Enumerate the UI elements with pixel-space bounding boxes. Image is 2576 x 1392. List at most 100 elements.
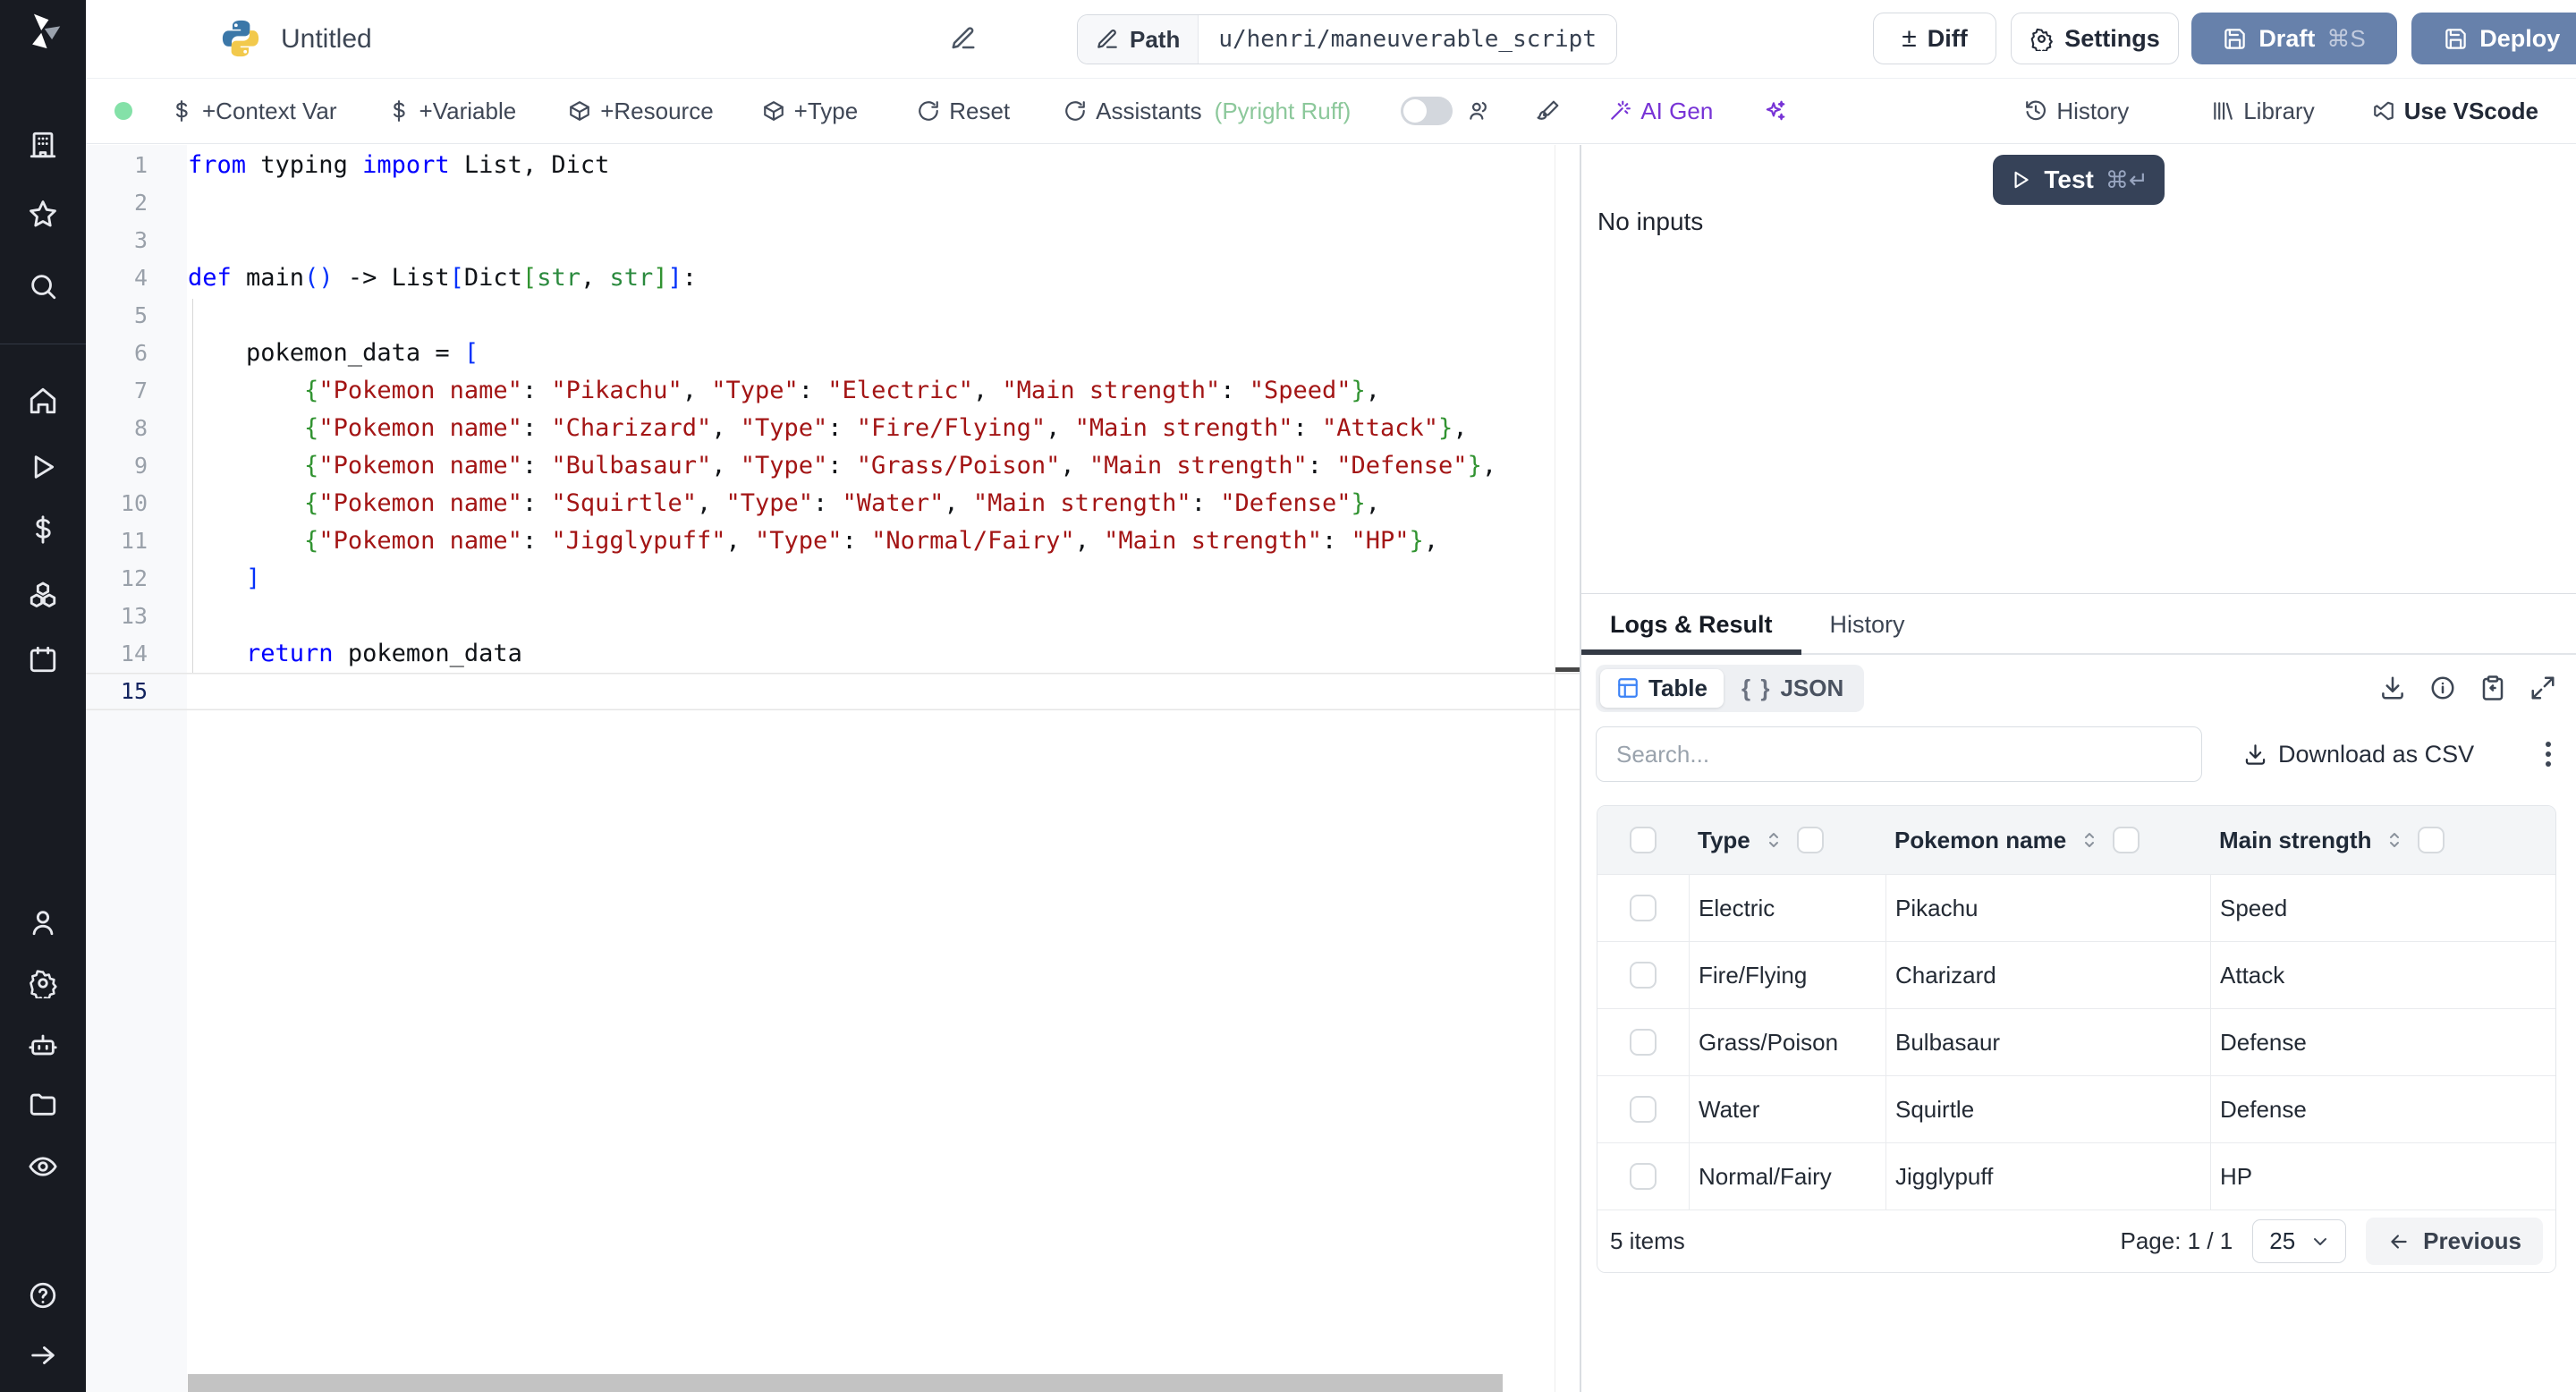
column-label: Pokemon name [1894, 826, 2067, 853]
download-csv-button[interactable]: Download as CSV [2243, 741, 2474, 768]
table-cell: Pikachu [1885, 875, 2210, 941]
ai-gen-button[interactable]: AI Gen [1608, 98, 1713, 125]
code-editor[interactable]: 1 from typing import List, Dict 2 3 4 def mai… [86, 145, 1580, 1392]
row-checkbox[interactable] [1630, 1029, 1657, 1056]
path-field[interactable]: Path u/henri/maneuverable_script [1077, 14, 1617, 64]
runs-play-icon[interactable] [28, 452, 58, 482]
line-number: 11 [120, 528, 148, 554]
view-json-button[interactable]: { } JSON [1725, 669, 1860, 708]
users-person-icon[interactable] [28, 907, 58, 938]
play-icon [2014, 171, 2029, 189]
path-label-segment[interactable]: Path [1078, 15, 1199, 64]
column-checkbox[interactable] [2418, 827, 2445, 853]
use-vscode-button[interactable]: Use VScode [2372, 98, 2538, 125]
tab-history[interactable]: History [1801, 594, 1934, 655]
draft-button[interactable]: Draft ⌘S [2191, 13, 2397, 64]
library-button[interactable]: Library [2211, 98, 2315, 125]
sort-icon[interactable] [1763, 829, 1784, 851]
table-row: Water Squirtle Defense [1597, 1075, 2555, 1142]
diff-button[interactable]: ± Diff [1873, 13, 1996, 64]
favorites-star-icon[interactable] [28, 199, 58, 229]
horizontal-scrollbar[interactable] [188, 1374, 1503, 1392]
sort-icon[interactable] [2384, 829, 2405, 851]
row-checkbox[interactable] [1630, 962, 1657, 989]
row-checkbox[interactable] [1630, 1163, 1657, 1190]
edit-title-pencil-icon[interactable] [950, 25, 977, 52]
add-resource-button[interactable]: +Resource [568, 98, 714, 125]
format-brush-icon[interactable] [1537, 99, 1560, 123]
workers-robot-icon[interactable] [28, 1030, 58, 1060]
home-icon[interactable] [28, 386, 58, 416]
script-title: Untitled [281, 24, 372, 54]
add-type-button[interactable]: +Type [762, 98, 858, 125]
assistants-button[interactable]: Assistants (Pyright Ruff) [1063, 98, 1351, 125]
indent-guide [192, 299, 193, 673]
info-icon[interactable] [2429, 675, 2456, 701]
arrow-left-icon [2391, 1234, 2407, 1249]
code-line: 6 pokemon_data = [ [86, 335, 1580, 372]
table-cell: Squirtle [1885, 1076, 2210, 1142]
multiplayer-icon[interactable] [1467, 99, 1490, 123]
add-variable-button[interactable]: +Variable [387, 98, 516, 125]
table-cell: Charizard [1885, 942, 2210, 1008]
windmill-logo-icon[interactable] [23, 11, 63, 50]
assistant-toggle[interactable] [1401, 97, 1453, 125]
code-line: 15 [86, 673, 1580, 710]
search-input[interactable] [1596, 726, 2202, 782]
line-number: 5 [133, 302, 148, 328]
previous-page-button[interactable]: Previous [2366, 1218, 2543, 1265]
path-value[interactable]: u/henri/maneuverable_script [1199, 15, 1616, 64]
expand-sidebar-arrow-icon[interactable] [28, 1340, 58, 1371]
panel-resize-divider[interactable] [1580, 145, 1581, 1392]
no-inputs-label: No inputs [1597, 208, 1704, 235]
chevron-down-icon [2314, 1237, 2327, 1245]
history-button[interactable]: History [2024, 98, 2129, 125]
view-toggle: Table { } JSON [1596, 664, 1865, 712]
dollar-icon [393, 100, 405, 122]
line-number: 3 [133, 227, 148, 253]
draft-shortcut: ⌘S [2326, 24, 2366, 52]
workspace-icon[interactable] [28, 130, 58, 160]
line-number: 12 [120, 565, 148, 591]
audit-eye-icon[interactable] [28, 1151, 58, 1182]
package-icon [570, 101, 590, 121]
table-menu-kebab-icon[interactable] [2540, 736, 2556, 772]
column-checkbox[interactable] [1796, 827, 1824, 853]
code-line: 14 return pokemon_data [86, 635, 1580, 673]
variables-dollar-icon[interactable] [28, 514, 58, 545]
sort-icon[interactable] [2079, 829, 2100, 851]
deploy-button[interactable]: Deploy [2411, 13, 2576, 64]
test-button[interactable]: Test ⌘↵ [1993, 155, 2165, 205]
sparkles-icon[interactable] [1763, 99, 1786, 123]
help-icon[interactable] [28, 1280, 58, 1311]
braces-icon: { } [1741, 674, 1772, 701]
code-line: 11 {"Pokemon name": "Jigglypuff", "Type"… [86, 522, 1580, 560]
line-number: 15 [120, 678, 148, 704]
test-shortcut: ⌘↵ [2105, 166, 2148, 193]
reset-button[interactable]: Reset [917, 98, 1010, 125]
resources-boxes-icon[interactable] [28, 580, 58, 610]
copy-clipboard-icon[interactable] [2479, 675, 2506, 701]
select-all-checkbox[interactable] [1630, 827, 1657, 853]
page-size-select[interactable]: 25 [2252, 1219, 2347, 1263]
search-icon[interactable] [28, 271, 58, 301]
refresh-icon [1065, 101, 1085, 121]
tab-logs-result[interactable]: Logs & Result [1581, 594, 1801, 655]
line-number: 14 [120, 641, 148, 666]
add-context-var-button[interactable]: +Context Var [170, 98, 337, 125]
line-number: 1 [133, 152, 148, 178]
code-line: 7 {"Pokemon name": "Pikachu", "Type": "E… [86, 372, 1580, 410]
settings-gear-icon[interactable] [28, 968, 58, 1003]
schedules-calendar-icon[interactable] [28, 644, 58, 675]
download-icon[interactable] [2379, 675, 2406, 701]
gear-icon [2030, 28, 2054, 51]
expand-fullscreen-icon[interactable] [2529, 675, 2556, 701]
results-section: Logs & Result History Table { } JSON Sea… [1581, 593, 2576, 1392]
settings-button[interactable]: Settings [2011, 13, 2179, 64]
row-checkbox[interactable] [1630, 1096, 1657, 1123]
overview-cursor-marker [1555, 667, 1580, 672]
view-table-button[interactable]: Table [1600, 668, 1724, 708]
row-checkbox[interactable] [1630, 895, 1657, 921]
folders-icon[interactable] [28, 1089, 58, 1119]
column-checkbox[interactable] [2113, 827, 2140, 853]
